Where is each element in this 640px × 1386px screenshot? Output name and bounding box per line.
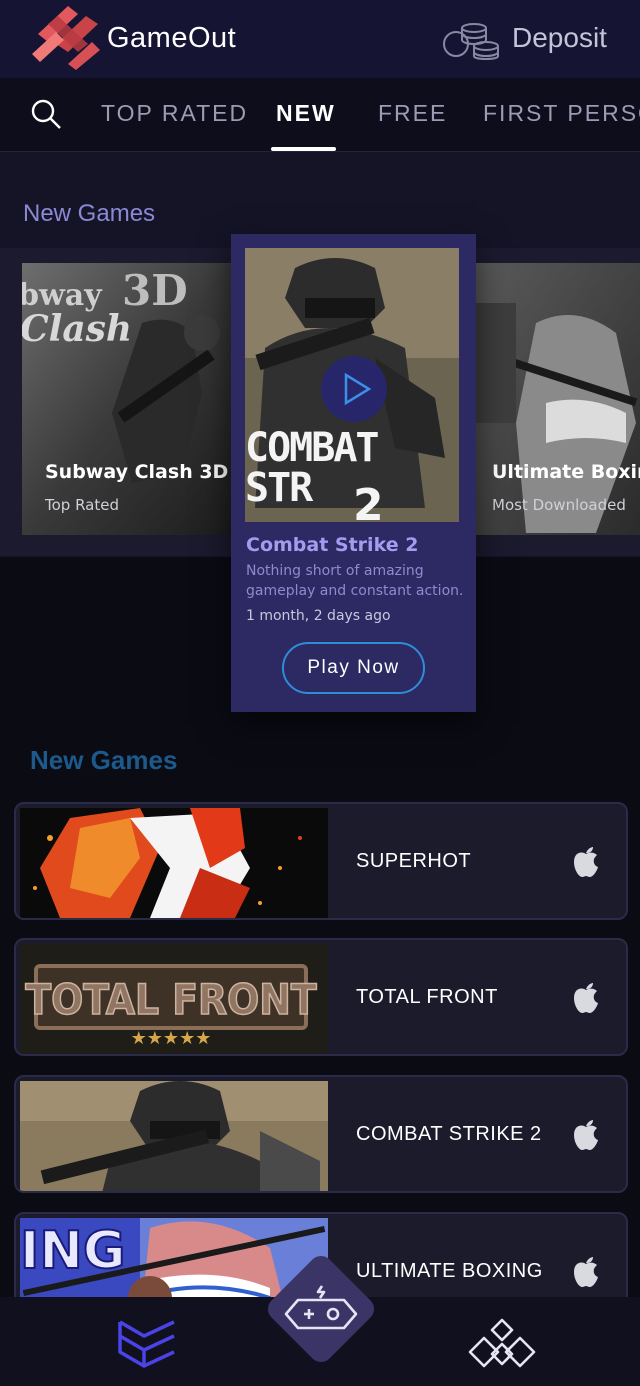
play-icon	[344, 372, 372, 406]
apple-icon	[574, 1120, 598, 1150]
brand-name[interactable]: GameOut	[107, 22, 236, 55]
card-title: Subway Clash 3D	[45, 461, 229, 483]
apple-icon	[574, 847, 598, 877]
featured-section-title: New Games	[23, 200, 156, 227]
list-item-combat-strike-2[interactable]: COMBAT STRIKE 2	[14, 1075, 628, 1193]
list-item-superhot[interactable]: SUPERHOT	[14, 802, 628, 920]
ultimate-boxing-art	[476, 263, 640, 535]
carousel-card-subway-clash[interactable]: bway 3D Clash Subway Clash 3D Top Rated	[22, 263, 234, 535]
apple-icon	[574, 1257, 598, 1287]
art-text: Clash	[22, 308, 132, 350]
list-item-total-front[interactable]: TOTAL FRONT ★★★★★ TOTAL FRONT	[14, 938, 628, 1056]
art-number: 2	[353, 480, 384, 522]
play-now-button[interactable]: Play Now	[282, 642, 425, 694]
game-title: TOTAL FRONT	[356, 986, 498, 1008]
card-subtitle: Most Downloaded	[492, 496, 626, 514]
game-title: SUPERHOT	[356, 850, 472, 872]
app-header: GameOut Deposit	[0, 0, 640, 78]
game-thumbnail: TOTAL FRONT ★★★★★	[20, 944, 328, 1054]
tab-first-person[interactable]: FIRST PERSO	[483, 100, 640, 127]
card-title: Ultimate Boxing	[492, 461, 640, 483]
art-title: COMBAT STR	[245, 425, 380, 511]
game-thumbnail	[20, 808, 328, 918]
card-subtitle: Top Rated	[45, 496, 119, 514]
game-title: COMBAT STRIKE 2	[356, 1123, 542, 1145]
coins-icon[interactable]	[442, 20, 500, 60]
deposit-button[interactable]: Deposit	[512, 22, 607, 54]
gameout-logo-icon[interactable]	[28, 4, 106, 70]
tab-new[interactable]: NEW	[276, 100, 336, 127]
game-title: ULTIMATE BOXING	[356, 1260, 543, 1282]
card-description: Nothing short of amazing gameplay and co…	[246, 563, 464, 599]
list-section-title: New Games	[30, 745, 178, 775]
subway-clash-art: bway 3D Clash	[22, 263, 234, 535]
svg-text:★★★★★: ★★★★★	[131, 1028, 212, 1049]
art-text: TOTAL FRONT	[25, 975, 317, 1024]
carousel-card-ultimate-boxing[interactable]: Ultimate Boxing Most Downloaded	[476, 263, 640, 535]
game-thumbnail	[20, 1081, 328, 1191]
combat-strike-art: COMBAT STR 2	[245, 248, 459, 522]
games-library-icon[interactable]	[116, 1316, 178, 1370]
active-tab-indicator	[271, 147, 336, 151]
search-icon[interactable]	[30, 98, 62, 130]
category-tabs: TOP RATED NEW FREE FIRST PERSO	[0, 78, 640, 152]
diamond-cluster-icon[interactable]	[466, 1316, 538, 1370]
play-video-button[interactable]	[321, 356, 387, 422]
carousel-card-combat-strike[interactable]: COMBAT STR 2 Combat Strike 2 Nothing sho…	[231, 234, 476, 712]
card-title: Combat Strike 2	[246, 534, 419, 556]
tab-top-rated[interactable]: TOP RATED	[101, 100, 248, 127]
gamepad-icon[interactable]	[280, 1284, 362, 1336]
apple-icon	[574, 983, 598, 1013]
card-timestamp: 1 month, 2 days ago	[246, 608, 391, 624]
tab-free[interactable]: FREE	[378, 100, 447, 127]
